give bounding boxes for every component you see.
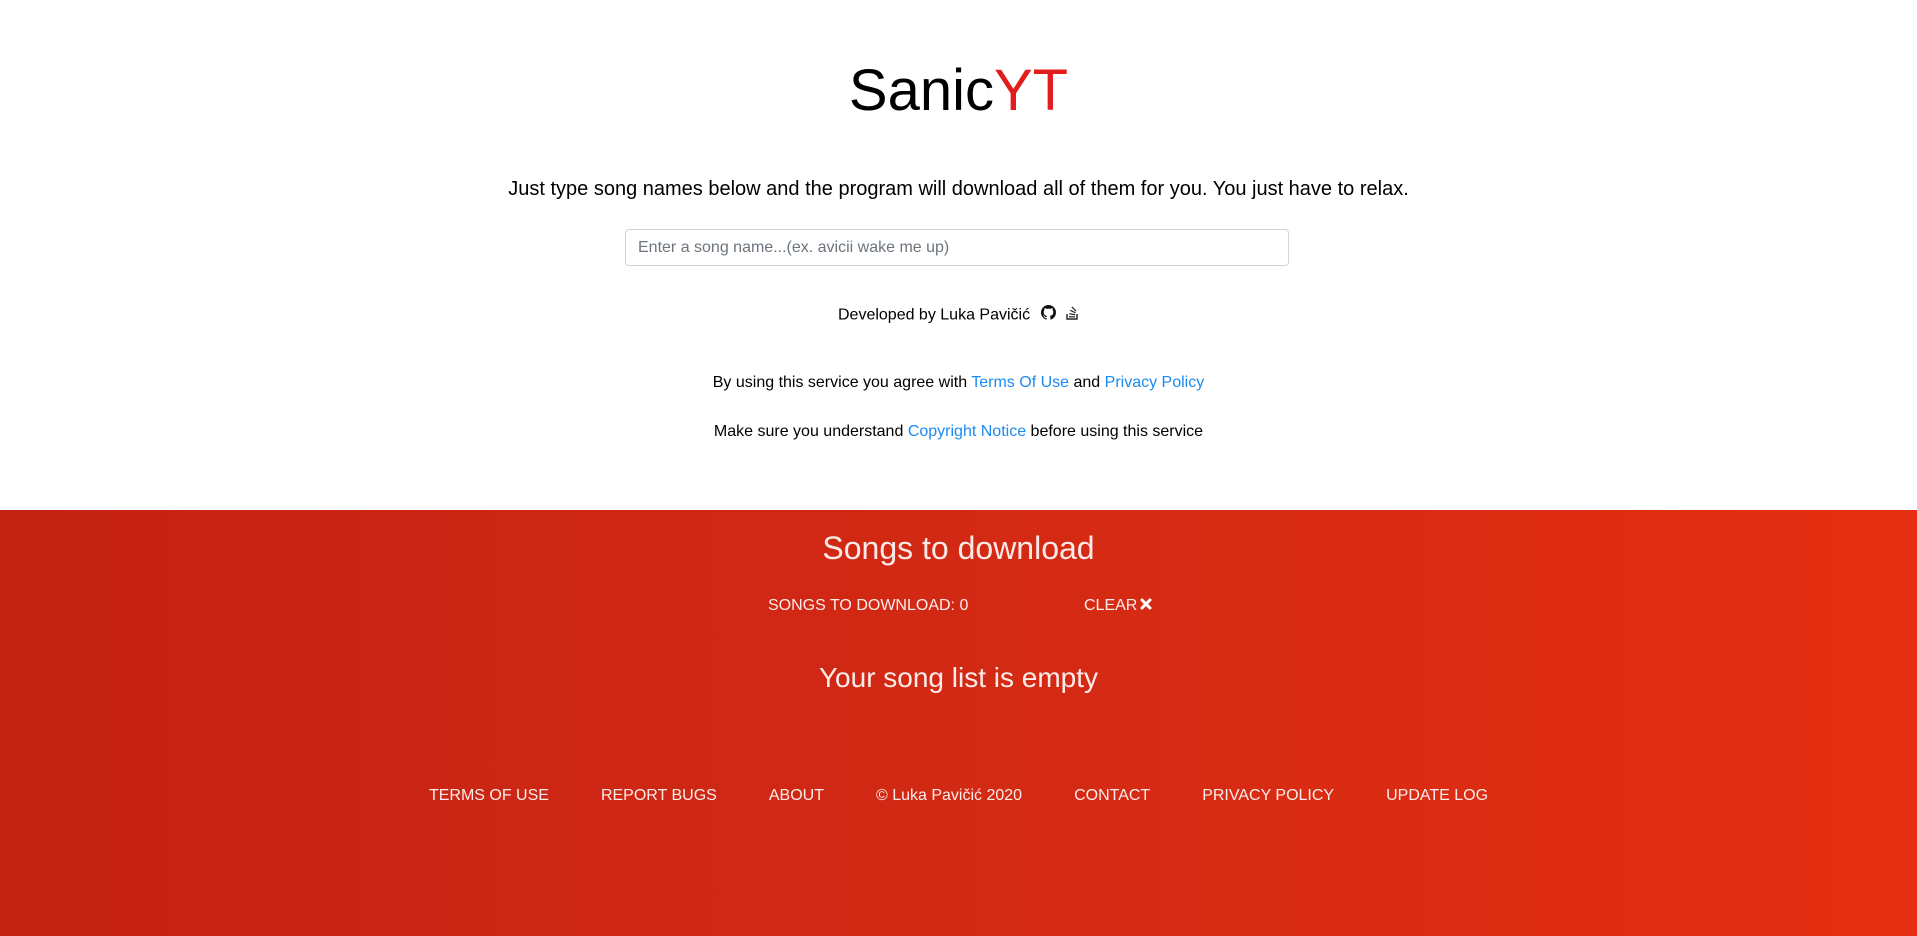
- terms-notice-and: and: [1073, 374, 1101, 391]
- logo-text-primary: Sanic: [848, 58, 994, 123]
- github-icon[interactable]: [1040, 305, 1056, 326]
- footer-contact[interactable]: CONTACT: [1074, 786, 1150, 806]
- site-logo[interactable]: SanicYT: [0, 58, 1917, 124]
- tagline: Just type song names below and the progr…: [508, 178, 1409, 200]
- copyright-notice-prefix: Make sure you understand: [713, 423, 904, 440]
- copyright-notice: Make sure you understand Copyright Notic…: [0, 422, 1917, 442]
- songs-title: Songs to download: [822, 530, 1095, 566]
- close-icon: [1140, 596, 1152, 616]
- logo-text-accent: YT: [993, 58, 1069, 123]
- developer-text: Developed by Luka Pavičić: [837, 306, 1031, 324]
- footer-privacy-policy[interactable]: PRIVACY POLICY: [1202, 786, 1334, 806]
- song-search-input[interactable]: [625, 229, 1289, 266]
- footer-about[interactable]: ABOUT: [769, 786, 824, 806]
- footer-report-bugs[interactable]: REPORT BUGS: [601, 786, 717, 806]
- empty-list-message: Your song list is empty: [818, 662, 1099, 693]
- terms-notice-text: By using this service you agree with: [712, 374, 968, 391]
- copyright-notice-link[interactable]: Copyright Notice: [908, 423, 1026, 440]
- clear-label: CLEAR: [1084, 597, 1138, 614]
- stackoverflow-icon[interactable]: [1066, 305, 1079, 326]
- songs-section: Songs to download SONGS TO DOWNLOAD: 0 C…: [0, 510, 1917, 936]
- privacy-policy-link[interactable]: Privacy Policy: [1105, 374, 1205, 391]
- developer-credit: Developed by Luka Pavičić: [0, 305, 1917, 326]
- footer-nav: TERMS OF USE REPORT BUGS ABOUT © Luka Pa…: [0, 786, 1917, 806]
- clear-button[interactable]: CLEAR: [1084, 596, 1152, 616]
- footer-terms-of-use[interactable]: TERMS OF USE: [429, 786, 549, 806]
- terms-notice: By using this service you agree with Ter…: [0, 373, 1917, 393]
- footer-update-log[interactable]: UPDATE LOG: [1386, 786, 1488, 806]
- footer-copyright: © Luka Pavičić 2020: [875, 787, 1023, 804]
- copyright-notice-suffix: before using this service: [1030, 423, 1204, 440]
- header-section: SanicYT Just type song names below and t…: [0, 0, 1917, 510]
- terms-of-use-link[interactable]: Terms Of Use: [971, 374, 1069, 391]
- songs-count: SONGS TO DOWNLOAD: 0: [768, 597, 969, 614]
